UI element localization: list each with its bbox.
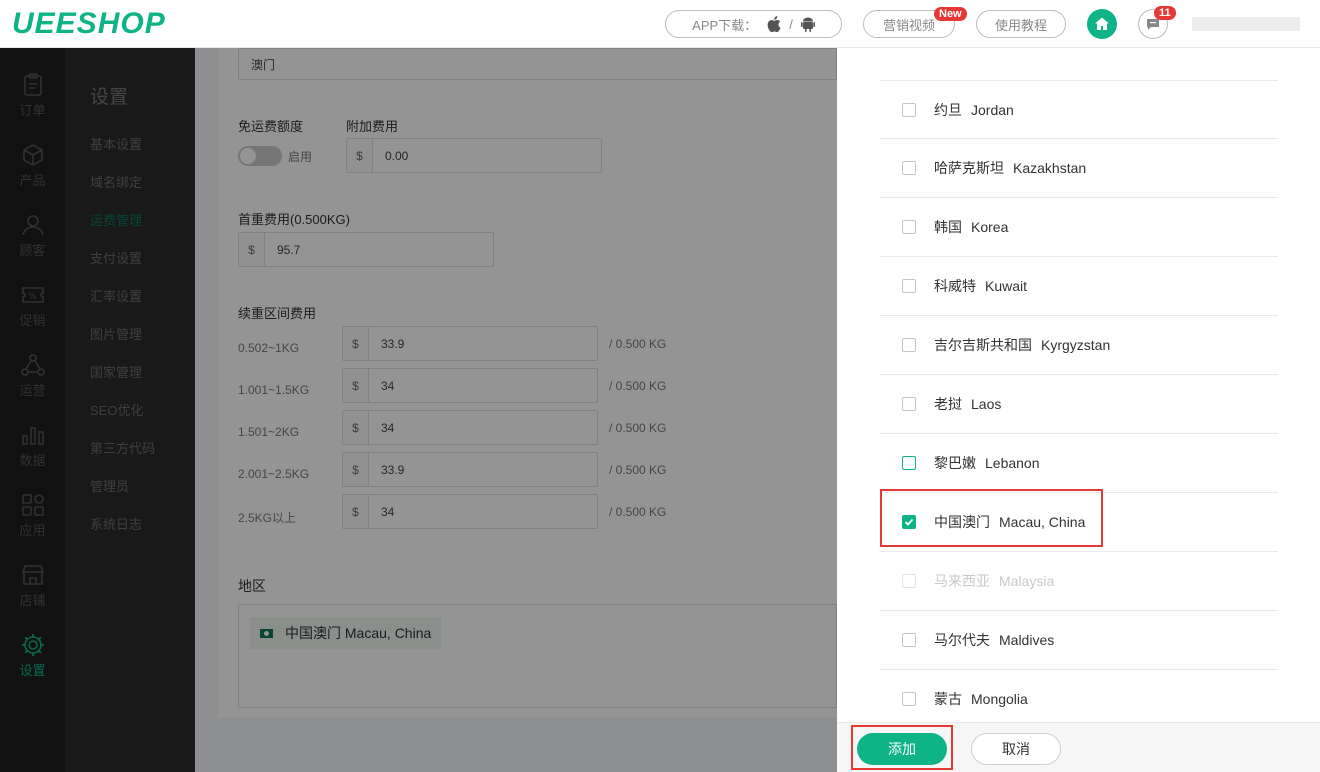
country-checkbox[interactable] bbox=[902, 692, 916, 706]
country-name-zh: 中国澳门 bbox=[934, 514, 990, 530]
country-name-en: Kyrgyzstan bbox=[1041, 337, 1111, 353]
top-header: UEESHOP APP下载： / 营销视频 New 使用教程 11 bbox=[0, 0, 1320, 48]
country-name-en: Kazakhstan bbox=[1013, 160, 1087, 176]
apple-icon[interactable] bbox=[767, 16, 781, 32]
home-icon bbox=[1095, 17, 1109, 30]
country-name-en: Malaysia bbox=[999, 573, 1055, 589]
country-checkbox[interactable] bbox=[902, 161, 916, 175]
app-download-pill[interactable]: APP下载： / bbox=[665, 10, 842, 38]
country-name-en: Lebanon bbox=[985, 455, 1040, 471]
country-name-zh: 马尔代夫 bbox=[934, 632, 990, 648]
country-name-en: Laos bbox=[971, 396, 1002, 412]
country-checkbox-disabled bbox=[902, 574, 916, 588]
country-row-malaysia: 马来西亚 Malaysia bbox=[880, 552, 1278, 611]
country-checkbox[interactable] bbox=[902, 279, 916, 293]
country-name-zh: 哈萨克斯坦 bbox=[934, 160, 1004, 176]
country-name-en: Korea bbox=[971, 219, 1009, 235]
country-name-zh: 约旦 bbox=[934, 101, 962, 118]
country-name-en: Mongolia bbox=[971, 691, 1028, 707]
home-button[interactable] bbox=[1087, 9, 1117, 39]
country-row-macau[interactable]: 中国澳门 Macau, China bbox=[880, 493, 1278, 552]
country-row-laos[interactable]: 老挝 Laos bbox=[880, 375, 1278, 434]
user-account-blurred[interactable] bbox=[1192, 17, 1300, 31]
country-checkbox-checked[interactable] bbox=[902, 515, 916, 529]
country-checkbox[interactable] bbox=[902, 456, 916, 470]
country-row-kuwait[interactable]: 科威特 Kuwait bbox=[880, 257, 1278, 316]
country-checkbox[interactable] bbox=[902, 338, 916, 352]
country-name-en: Macau, China bbox=[999, 514, 1086, 530]
country-select-panel: 约旦 Jordan 哈萨克斯坦 Kazakhstan 韩国 Korea 科威特 … bbox=[837, 48, 1320, 772]
checkmark-icon bbox=[904, 518, 914, 526]
country-checkbox[interactable] bbox=[902, 633, 916, 647]
country-name-en: Kuwait bbox=[985, 278, 1028, 294]
country-row-kyrgyzstan[interactable]: 吉尔吉斯共和国 Kyrgyzstan bbox=[880, 316, 1278, 375]
country-checkbox[interactable] bbox=[902, 397, 916, 411]
country-checkbox[interactable] bbox=[902, 220, 916, 234]
modal-overlay[interactable] bbox=[0, 48, 837, 772]
app-separator: / bbox=[789, 16, 793, 32]
country-row-lebanon[interactable]: 黎巴嫩 Lebanon bbox=[880, 434, 1278, 493]
country-name-zh: 蒙古 bbox=[934, 691, 962, 707]
country-name-zh: 老挝 bbox=[934, 396, 962, 412]
country-name-en: Jordan bbox=[971, 101, 1014, 118]
message-count-badge: 11 bbox=[1154, 6, 1176, 20]
country-row-maldives[interactable]: 马尔代夫 Maldives bbox=[880, 611, 1278, 670]
country-row-korea[interactable]: 韩国 Korea bbox=[880, 198, 1278, 257]
country-row-kazakhstan[interactable]: 哈萨克斯坦 Kazakhstan bbox=[880, 139, 1278, 198]
country-name-zh: 吉尔吉斯共和国 bbox=[934, 337, 1032, 353]
country-name-zh: 马来西亚 bbox=[934, 573, 990, 589]
country-name-zh: 科威特 bbox=[934, 278, 976, 294]
country-name-en: Maldives bbox=[999, 632, 1055, 648]
country-row-mongolia[interactable]: 蒙古 Mongolia bbox=[880, 670, 1278, 729]
cancel-button[interactable]: 取消 bbox=[971, 733, 1061, 765]
country-row-jordan[interactable]: 约旦 Jordan bbox=[880, 80, 1278, 139]
android-icon[interactable] bbox=[800, 16, 815, 32]
add-button[interactable]: 添加 bbox=[857, 733, 947, 765]
new-badge: New bbox=[934, 7, 967, 21]
tutorial-button[interactable]: 使用教程 bbox=[976, 10, 1066, 38]
country-name-zh: 黎巴嫩 bbox=[934, 455, 976, 471]
ueeshop-logo[interactable]: UEESHOP bbox=[12, 7, 166, 41]
app-download-label: APP下载： bbox=[692, 17, 758, 33]
country-checkbox[interactable] bbox=[902, 102, 916, 117]
country-name-zh: 韩国 bbox=[934, 219, 962, 235]
